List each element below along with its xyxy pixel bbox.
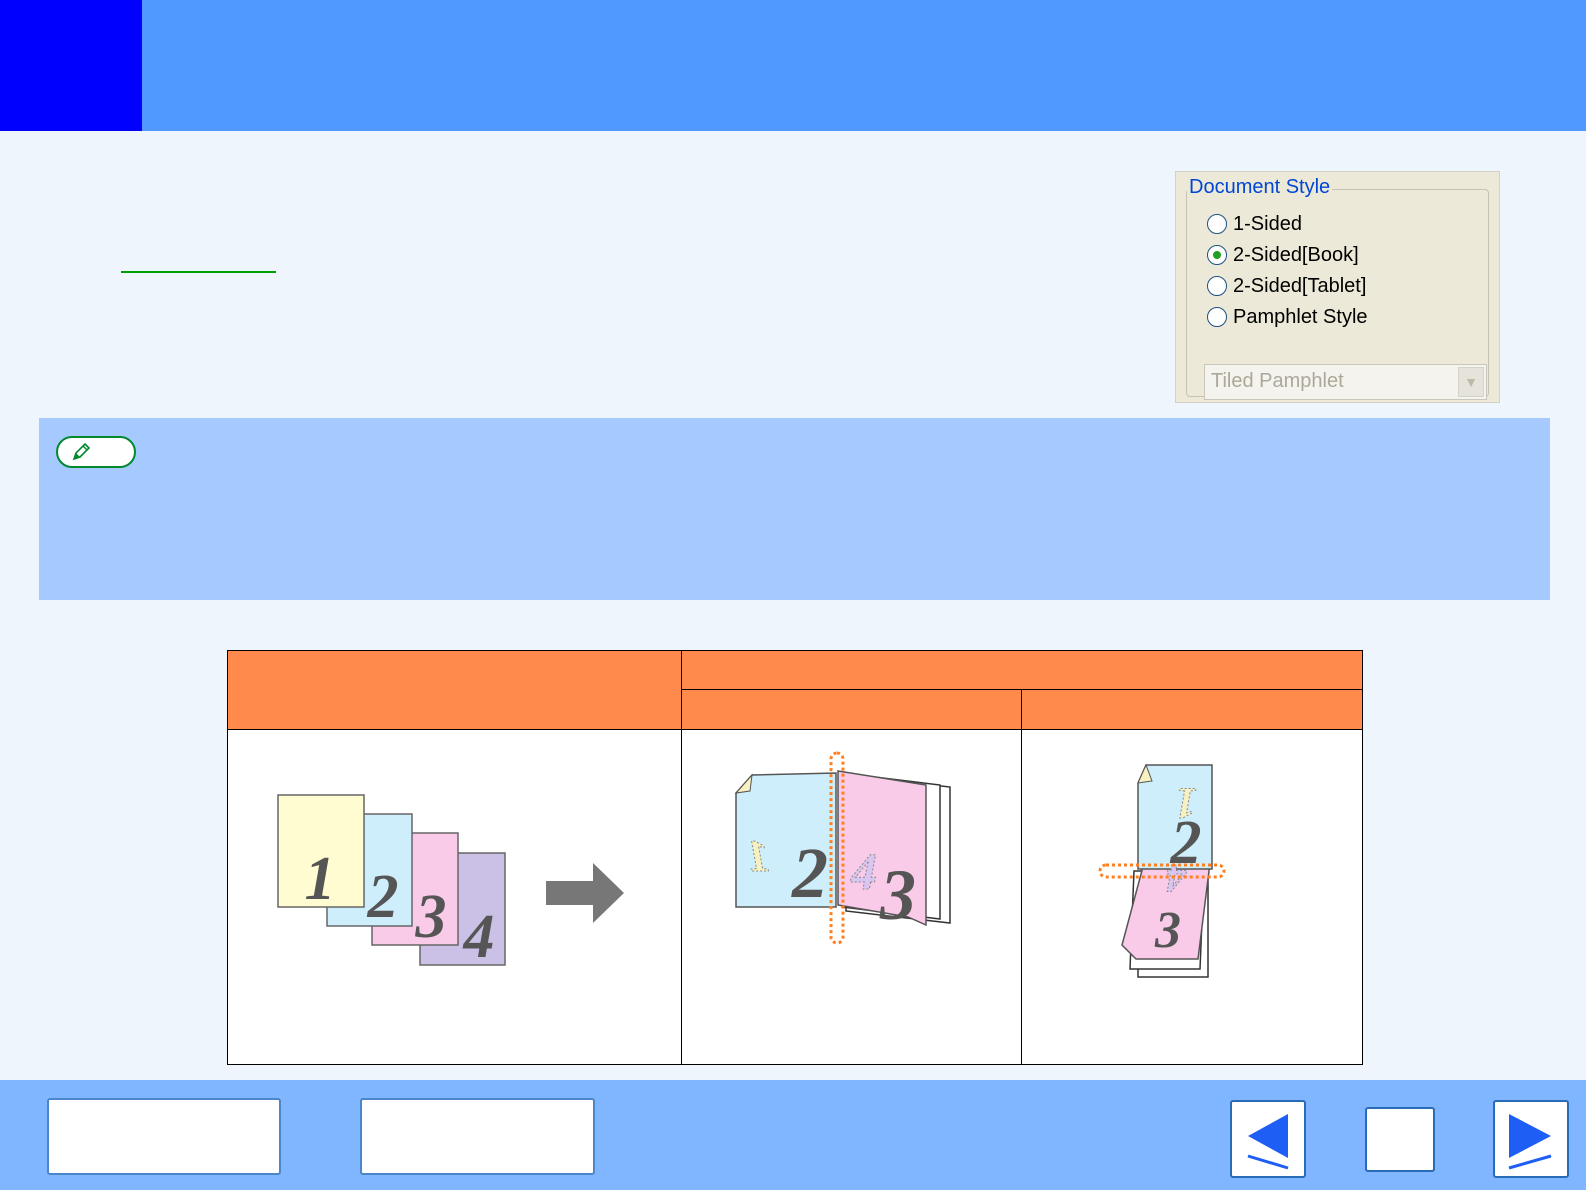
table-divider <box>681 651 682 1064</box>
radio-label: 1-Sided <box>1233 213 1302 235</box>
previous-page-button[interactable] <box>1230 1100 1306 1178</box>
right-arrow-icon <box>1508 1114 1552 1170</box>
page-number: 4 <box>463 903 495 971</box>
table-header-original <box>228 651 681 729</box>
radio-pamphlet-style[interactable]: Pamphlet Style <box>1207 303 1368 331</box>
document-style-group: 1-Sided 2-Sided[Book] 2-Sided[Tablet] Pa… <box>1186 189 1489 400</box>
radio-button-selected[interactable] <box>1207 245 1227 265</box>
footer-button-index[interactable] <box>360 1098 595 1175</box>
page-number: 3 <box>879 855 916 935</box>
note-badge <box>56 436 136 468</box>
radio-label: 2-Sided[Tablet] <box>1233 275 1367 297</box>
radio-2-sided-tablet[interactable]: 2-Sided[Tablet] <box>1207 272 1366 300</box>
page-number-ghost: 4 <box>850 844 877 901</box>
pencil-icon <box>72 442 91 461</box>
right-arrow-icon <box>546 863 624 923</box>
page-number: 3 <box>1154 902 1181 959</box>
radio-button[interactable] <box>1207 276 1227 296</box>
page-number-ghost: 1 <box>747 830 770 881</box>
page-number: 2 <box>791 833 828 913</box>
page-number-box[interactable] <box>1365 1107 1435 1172</box>
radio-button[interactable] <box>1207 214 1227 234</box>
radio-button[interactable] <box>1207 307 1227 327</box>
radio-2-sided-book[interactable]: 2-Sided[Book] <box>1207 241 1359 269</box>
pamphlet-select-value: Tiled Pamphlet <box>1211 370 1344 392</box>
original-pages-illustration: 1 2 3 4 <box>277 794 624 971</box>
radio-label: 2-Sided[Book] <box>1233 244 1359 266</box>
radio-label: Pamphlet Style <box>1233 306 1368 328</box>
tablet-binding-illustration: 1 2 4 3 <box>1098 763 1226 978</box>
page-number: 2 <box>367 863 399 931</box>
document-style-legend: Document Style <box>1187 175 1333 199</box>
table-divider <box>682 689 1362 690</box>
page-number: 3 <box>415 883 447 951</box>
table-header-tablet <box>1022 690 1362 729</box>
table-divider <box>228 729 1362 730</box>
comparison-table: 1 2 3 4 1 2 4 3 1 2 4 3 <box>227 650 1363 1065</box>
next-page-button[interactable] <box>1493 1100 1569 1178</box>
pamphlet-select[interactable]: Tiled Pamphlet ▼ <box>1204 364 1487 400</box>
book-binding-illustration: 1 2 4 3 <box>734 751 951 945</box>
page-curl <box>734 773 753 794</box>
footer-button-contents[interactable] <box>47 1098 281 1175</box>
footer-bar <box>0 1080 1586 1190</box>
radio-1-sided[interactable]: 1-Sided <box>1207 210 1302 238</box>
table-header-book <box>682 690 1021 729</box>
inline-link[interactable] <box>121 271 276 273</box>
header-marker <box>0 0 142 131</box>
page-number: 1 <box>305 845 336 913</box>
table-header-result <box>682 651 1362 689</box>
left-arrow-icon <box>1247 1114 1289 1170</box>
table-divider <box>1021 690 1022 1064</box>
document-style-panel: 1-Sided 2-Sided[Book] 2-Sided[Tablet] Pa… <box>1175 171 1500 403</box>
note-box <box>39 418 1550 600</box>
chevron-down-icon[interactable]: ▼ <box>1458 367 1484 397</box>
header-bar <box>0 0 1586 131</box>
